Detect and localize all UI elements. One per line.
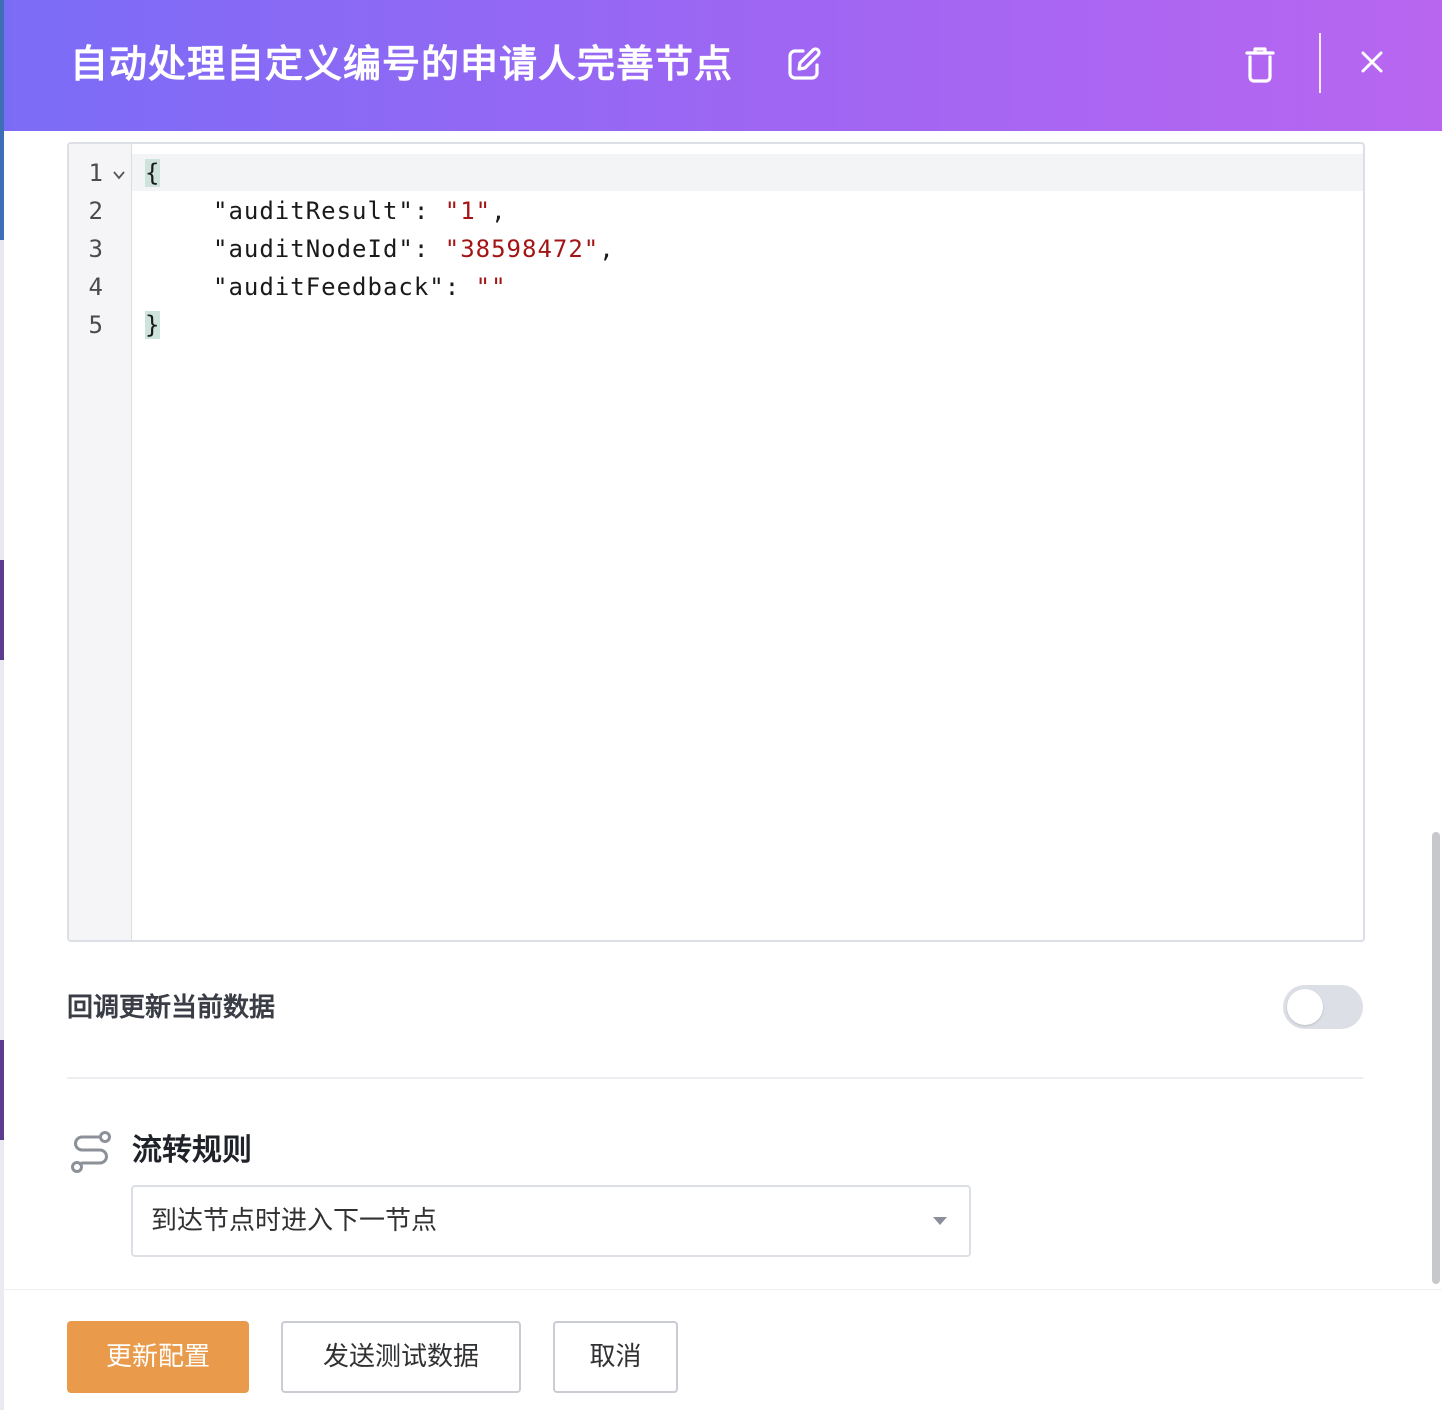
- scrollbar-thumb[interactable]: [1432, 832, 1440, 1284]
- code-line-2: "auditResult": "1",: [213, 192, 507, 230]
- editor-gutter: 1 2 3 4 5: [69, 144, 132, 940]
- flow-rule-title: 流转规则: [132, 1133, 252, 1168]
- dropdown-arrow-icon: [933, 1217, 947, 1225]
- cancel-button[interactable]: 取消: [553, 1321, 678, 1393]
- header-divider: [1319, 33, 1321, 93]
- open-brace: {: [145, 159, 161, 187]
- active-line-highlight: [132, 154, 1363, 191]
- fold-chevron-icon[interactable]: [111, 168, 127, 182]
- callback-update-label: 回调更新当前数据: [67, 993, 276, 1023]
- close-brace: }: [145, 311, 161, 339]
- send-test-data-button[interactable]: 发送测试数据: [281, 1321, 521, 1393]
- background-page-edge: [0, 0, 4, 1410]
- json-code-editor[interactable]: 1 2 3 4 5 { "auditResult": "1", "auditNo…: [67, 142, 1365, 942]
- toggle-knob: [1287, 989, 1323, 1025]
- section-divider: [67, 1077, 1363, 1079]
- close-icon[interactable]: [1352, 42, 1392, 82]
- flow-route-icon: [71, 1131, 111, 1173]
- line-number: 1: [88, 159, 103, 187]
- line-number: 3: [88, 235, 103, 263]
- json-string-value: "1": [444, 197, 492, 225]
- line-number: 5: [88, 311, 103, 339]
- json-comma: ,: [599, 235, 615, 263]
- edit-icon[interactable]: [784, 44, 824, 84]
- flow-rule-selected-value: 到达节点时进入下一节点: [151, 1206, 438, 1236]
- code-line-3: "auditNodeId": "38598472",: [213, 230, 615, 268]
- json-key: "auditFeedback":: [213, 273, 476, 301]
- code-line-5: }: [145, 306, 161, 344]
- json-string-value: "": [475, 273, 507, 301]
- line-number: 4: [88, 273, 103, 301]
- json-comma: ,: [491, 197, 507, 225]
- json-string-value: "38598472": [444, 235, 600, 263]
- line-number: 2: [88, 197, 103, 225]
- update-config-button[interactable]: 更新配置: [67, 1321, 249, 1393]
- callback-update-toggle[interactable]: [1283, 985, 1363, 1029]
- code-line-4: "auditFeedback": "": [213, 268, 507, 306]
- dialog-header: 自动处理自定义编号的申请人完善节点: [4, 0, 1442, 131]
- json-key: "auditResult":: [213, 197, 445, 225]
- dialog-title: 自动处理自定义编号的申请人完善节点: [70, 42, 734, 86]
- json-key: "auditNodeId":: [213, 235, 445, 263]
- code-line-1: {: [145, 154, 161, 192]
- flow-rule-select[interactable]: 到达节点时进入下一节点: [131, 1185, 971, 1257]
- trash-icon[interactable]: [1240, 44, 1280, 86]
